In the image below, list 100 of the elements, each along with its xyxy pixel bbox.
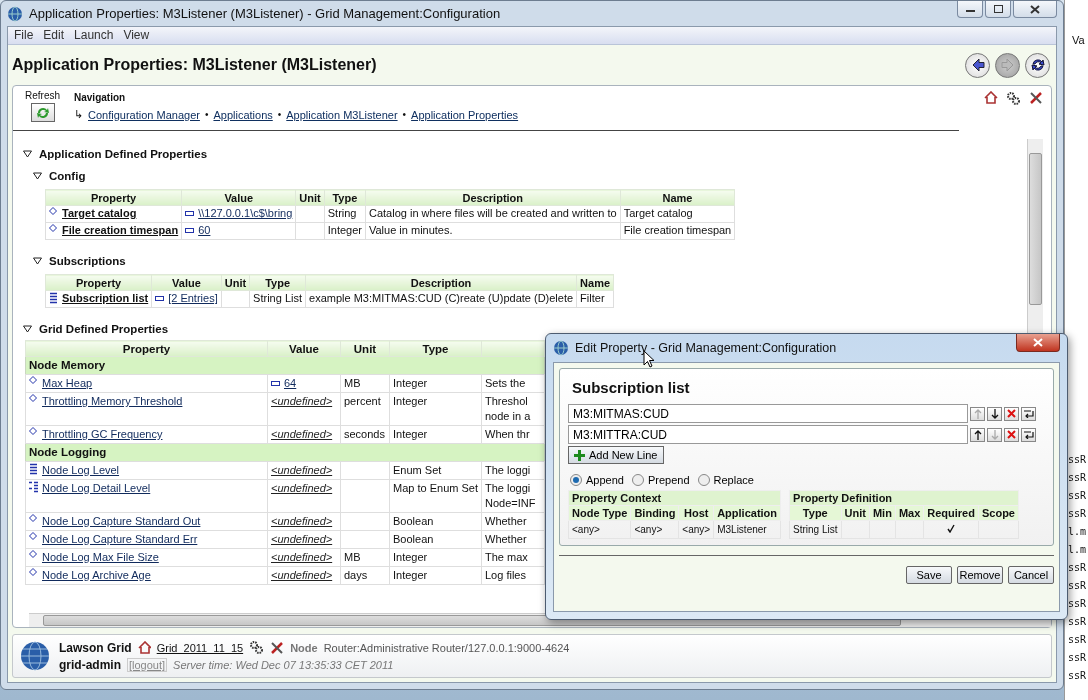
- grid-link[interactable]: Grid_2011_11_15: [156, 641, 244, 654]
- edit-icon[interactable]: [155, 295, 165, 301]
- value-link[interactable]: <undefined>: [271, 550, 333, 565]
- table-cell: Boolean: [389, 530, 482, 549]
- close-button[interactable]: [1016, 334, 1060, 352]
- home-icon[interactable]: [984, 91, 998, 104]
- column-header: Type: [324, 189, 366, 206]
- radio-button[interactable]: Replace: [697, 474, 754, 486]
- value-link[interactable]: <undefined>: [271, 394, 333, 409]
- maximize-icon[interactable]: [993, 5, 1003, 13]
- input-field[interactable]: M3:MITTRA:CUD: [568, 425, 968, 444]
- menu-item[interactable]: File: [10, 27, 38, 44]
- breadcrumb-link[interactable]: Application Properties: [411, 108, 519, 121]
- property-link[interactable]: Throttling Memory Threshold: [42, 394, 183, 409]
- property-link[interactable]: Node Log Capture Standard Out: [42, 514, 201, 529]
- close-icon[interactable]: [1030, 4, 1040, 14]
- page-title: Application Properties: M3Listener (M3Listener): [12, 56, 377, 74]
- minimize-button[interactable]: [957, 1, 983, 18]
- globe-icon: [7, 5, 23, 22]
- scrollbar-thumb[interactable]: [1029, 153, 1042, 305]
- input-field[interactable]: M3:MITMAS:CUD: [568, 404, 968, 423]
- home-icon[interactable]: [137, 641, 151, 654]
- value-link[interactable]: <undefined>: [271, 427, 333, 442]
- collapse-triangle-icon[interactable]: [23, 150, 32, 158]
- table-cell: seconds: [340, 425, 390, 444]
- property-link[interactable]: Throttling GC Frequency: [42, 427, 163, 442]
- property-link[interactable]: Node Log Capture Standard Err: [42, 532, 198, 547]
- radio-button[interactable]: Prepend: [631, 474, 690, 486]
- property-link[interactable]: Node Log Archive Age: [42, 568, 151, 583]
- table-cell: MB: [340, 548, 390, 567]
- section-title: Grid Defined Properties: [39, 323, 169, 335]
- plus-icon[interactable]: [574, 449, 585, 461]
- property-link[interactable]: Node Log Detail Level: [42, 481, 151, 496]
- property-link[interactable]: File creation timespan: [62, 224, 179, 236]
- column-header: Value: [151, 274, 222, 291]
- property-link[interactable]: Max Heap: [42, 376, 93, 391]
- radio-button[interactable]: Append: [570, 474, 624, 486]
- menu-item[interactable]: Launch: [70, 27, 118, 44]
- table-cell: The loggi: [481, 461, 545, 480]
- edit-icon[interactable]: [271, 381, 280, 386]
- value-link[interactable]: 60: [198, 224, 211, 236]
- text-line: ssR: [1068, 454, 1087, 467]
- collapse-triangle-icon[interactable]: [33, 172, 42, 180]
- navigation-label: Navigation: [74, 92, 127, 103]
- value-link[interactable]: \\127.0.0.1\c$\bring: [198, 207, 293, 219]
- list-icon: [29, 481, 38, 493]
- close-button[interactable]: [1013, 1, 1057, 18]
- property-link[interactable]: Target catalog: [62, 207, 137, 219]
- breadcrumb-link[interactable]: Configuration Manager: [88, 108, 200, 121]
- text-line: ssR: [1068, 472, 1087, 485]
- breadcrumb-link[interactable]: Applications: [213, 108, 273, 121]
- collapse-triangle-icon[interactable]: [23, 325, 32, 333]
- property-link[interactable]: Node Log Max File Size: [42, 550, 159, 565]
- collapse-triangle-icon[interactable]: [33, 257, 42, 265]
- value-link[interactable]: 64: [284, 376, 297, 391]
- value-link[interactable]: [2 Entries]: [168, 292, 218, 304]
- table-cell: Log files: [481, 566, 545, 585]
- table-title: Property Definition: [789, 490, 1019, 506]
- value-link[interactable]: <undefined>: [271, 532, 333, 547]
- product-name: Lawson Grid: [59, 640, 132, 655]
- refresh-button[interactable]: [30, 103, 55, 122]
- refresh-icon[interactable]: [1029, 57, 1046, 73]
- table-cell: percent: [340, 392, 390, 426]
- table-cell: MB: [340, 374, 390, 393]
- edit-icon[interactable]: [185, 227, 195, 233]
- add-line-button[interactable]: Add New Line: [568, 446, 664, 464]
- node-address: Router:Administrative Router/127.0.0.1:9000-4624: [323, 641, 570, 654]
- gears-icon[interactable]: [249, 640, 265, 655]
- section-title: Application Defined Properties: [39, 148, 208, 160]
- dialog-button[interactable]: Save: [906, 566, 952, 584]
- tools-icon[interactable]: [270, 640, 285, 655]
- column-header: Description: [305, 274, 577, 291]
- table-cell: <any>: [568, 520, 631, 539]
- table-cell: <any>: [678, 520, 714, 539]
- table-cell: When thr: [481, 425, 545, 444]
- menu-item[interactable]: View: [119, 27, 154, 44]
- text-line: ssR: [1068, 616, 1087, 629]
- menu-item[interactable]: Edit: [39, 27, 69, 44]
- value-link[interactable]: <undefined>: [271, 568, 333, 583]
- maximize-button[interactable]: [985, 1, 1011, 18]
- globe-icon: [19, 640, 51, 672]
- edit-icon[interactable]: [185, 210, 195, 216]
- column-header: Name: [576, 274, 614, 291]
- text-line: l.m: [1068, 544, 1087, 557]
- column-header: Value: [267, 340, 341, 357]
- property-link[interactable]: Node Log Level: [42, 463, 120, 478]
- dialog-button[interactable]: Remove: [957, 566, 1003, 584]
- text-line: ssR: [1068, 562, 1087, 575]
- group-title: Subscriptions: [49, 255, 126, 267]
- back-button[interactable]: [965, 52, 990, 78]
- column-header: Property: [25, 340, 268, 357]
- value-link[interactable]: <undefined>: [271, 463, 333, 478]
- property-link[interactable]: Subscription list: [62, 292, 149, 304]
- value-link[interactable]: <undefined>: [271, 481, 333, 496]
- column-header: Type: [249, 274, 306, 291]
- gears-icon[interactable]: [1006, 91, 1021, 106]
- dialog-button[interactable]: Cancel: [1008, 566, 1054, 584]
- reload-button[interactable]: [1025, 52, 1050, 78]
- value-link[interactable]: <undefined>: [271, 514, 333, 529]
- breadcrumb-link[interactable]: Application M3Listener: [286, 108, 398, 121]
